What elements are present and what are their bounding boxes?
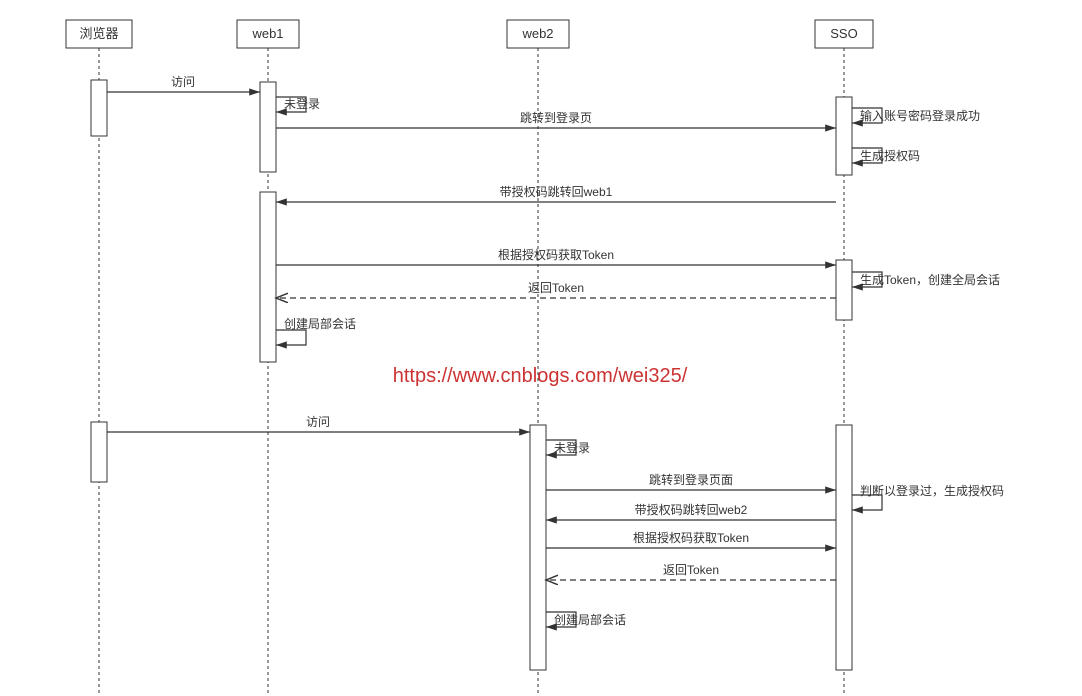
- activation-browser-2: [91, 422, 107, 482]
- msg-get-token-2: 根据授权码获取Token: [633, 530, 749, 545]
- msg-return-token-2: 返回Token: [663, 563, 719, 577]
- lifeline-label-web1: web1: [251, 26, 283, 41]
- msg-jump-login-1: 跳转到登录页: [520, 110, 592, 125]
- sequence-diagram: 浏览器 web1 web2 SSO 访问 未登录 跳转到登录页 输入账号密码登录…: [0, 0, 1082, 696]
- msg-back-web2: 带授权码跳转回web2: [635, 502, 748, 517]
- msg-gen-authcode-1: 生成授权码: [860, 148, 920, 163]
- msg-jump-login-2: 跳转到登录页面: [649, 472, 733, 487]
- msg-local-session-1: 创建局部会话: [284, 316, 356, 331]
- msg-return-token-1: 返回Token: [528, 281, 584, 295]
- activation-web2-1: [530, 425, 546, 670]
- activation-sso-1: [836, 97, 852, 175]
- msg-not-logged-1: 未登录: [284, 96, 320, 111]
- msg-not-logged-2: 未登录: [554, 440, 590, 455]
- msg-visit-2: 访问: [306, 415, 330, 429]
- lifeline-label-browser: 浏览器: [79, 26, 118, 41]
- activation-web1-1: [260, 82, 276, 172]
- watermark-text: https://www.cnblogs.com/wei325/: [393, 365, 688, 387]
- lifeline-label-sso: SSO: [830, 26, 857, 41]
- activation-browser-1: [91, 80, 107, 136]
- msg-back-web1: 带授权码跳转回web1: [500, 184, 613, 199]
- activation-web1-2: [260, 192, 276, 362]
- msg-visit-1: 访问: [171, 75, 195, 89]
- msg-get-token-1: 根据授权码获取Token: [498, 247, 614, 262]
- msg-login-success: 输入账号密码登录成功: [860, 108, 980, 123]
- activation-sso-2: [836, 260, 852, 320]
- activation-sso-3: [836, 425, 852, 670]
- msg-local-session-2: 创建局部会话: [554, 612, 626, 627]
- lifeline-label-web2: web2: [521, 26, 553, 41]
- msg-already-logged: 判断以登录过，生成授权码: [860, 483, 1004, 498]
- msg-gen-token: 生成Token，创建全局会话: [860, 272, 1000, 287]
